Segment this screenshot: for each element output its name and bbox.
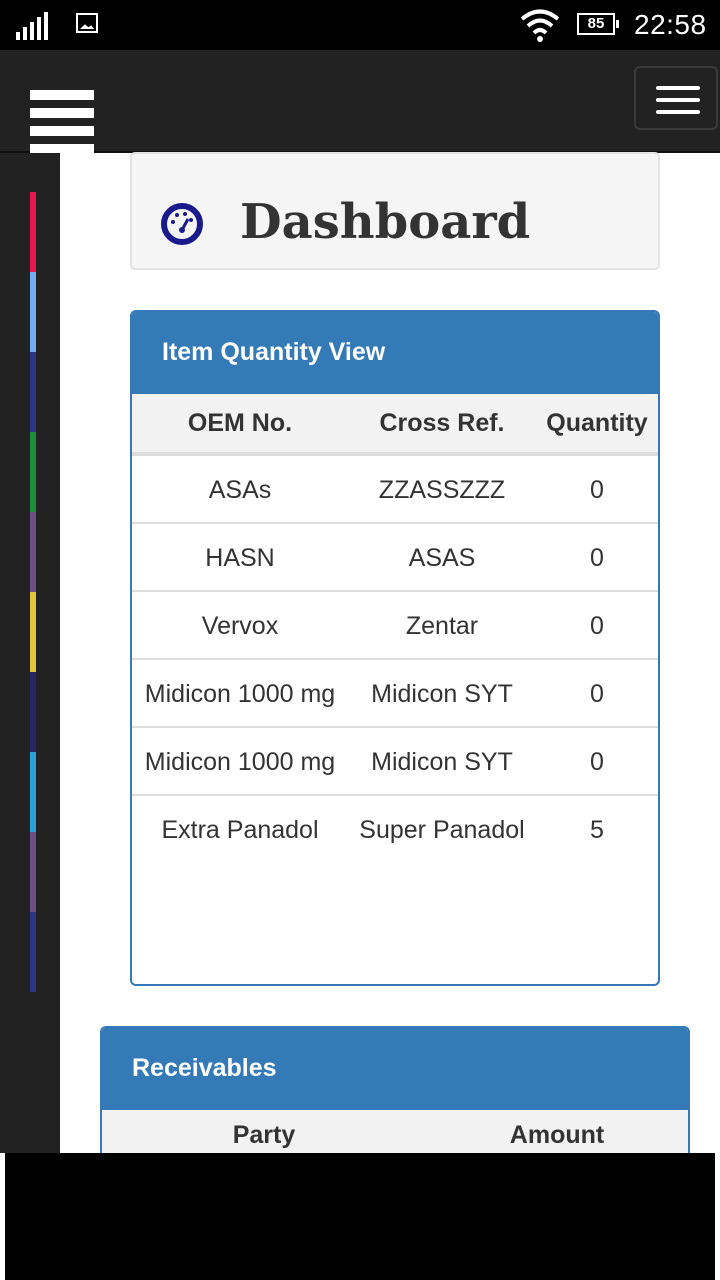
column-header-cross-ref[interactable]: Cross Ref. xyxy=(348,394,536,456)
navigation-bar-overlay xyxy=(5,1153,715,1280)
page-title: Dashboard xyxy=(240,194,531,250)
cross-ref-cell: ZZASSZZZ xyxy=(348,454,536,524)
side-menu-icon[interactable] xyxy=(30,90,94,162)
oem-cell: ASAs xyxy=(132,454,348,524)
cross-ref-cell: Midicon SYT xyxy=(348,659,536,728)
table-row: Midicon 1000 mg Midicon SYT 0 xyxy=(132,727,658,796)
quantity-cell: 5 xyxy=(590,816,604,844)
sidebar-item-indicator[interactable] xyxy=(30,352,36,432)
cross-ref-cell: Zentar xyxy=(348,591,536,660)
table-row: HASN ASAS 0 xyxy=(132,523,658,592)
quantity-cell: 0 xyxy=(536,523,658,592)
table-row: ASAs ZZASSZZZ 0 xyxy=(132,454,658,524)
cross-ref-cell: Midicon SYT xyxy=(348,727,536,796)
cross-ref-cell: ASAS xyxy=(348,523,536,592)
quantity-cell: 0 xyxy=(536,727,658,796)
sidebar-item-indicator[interactable] xyxy=(30,672,36,752)
sidebar-item-indicator[interactable] xyxy=(30,432,36,512)
sidebar-item-indicator[interactable] xyxy=(30,832,36,912)
panel-heading: Receivables xyxy=(102,1028,688,1110)
dashboard-gauge-icon xyxy=(161,203,203,245)
column-header-oem[interactable]: OEM No. xyxy=(132,394,348,456)
oem-cell: Extra Panadol xyxy=(161,816,319,844)
column-header-quantity[interactable]: Quantity xyxy=(536,394,658,456)
table-row: Extra Panadol Super Panadol 5 xyxy=(132,795,658,862)
battery-icon: 85 xyxy=(577,13,619,35)
cross-ref-cell: Super Panadol xyxy=(359,816,525,844)
navbar-toggle-button[interactable] xyxy=(634,66,718,130)
app-bar xyxy=(0,50,720,154)
sidebar-item-indicator[interactable] xyxy=(30,192,36,272)
sidebar-item-indicator[interactable] xyxy=(30,752,36,832)
signal-icon xyxy=(16,12,50,40)
oem-cell: Midicon 1000 mg xyxy=(132,727,348,796)
panel-heading: Item Quantity View xyxy=(132,312,658,394)
clock: 22:58 xyxy=(634,9,707,40)
wifi-icon xyxy=(520,9,560,42)
oem-cell: Midicon 1000 mg xyxy=(132,659,348,728)
quantity-cell: 0 xyxy=(536,454,658,524)
sidebar-item-indicator[interactable] xyxy=(30,592,36,672)
sidebar xyxy=(0,153,60,1153)
quantity-cell: 0 xyxy=(536,591,658,660)
table-row: Vervox Zentar 0 xyxy=(132,591,658,660)
table-row: Midicon 1000 mg Midicon SYT 0 xyxy=(132,659,658,728)
status-bar: 85 22:58 xyxy=(0,0,720,50)
image-icon xyxy=(76,13,98,33)
quantity-cell: 0 xyxy=(536,659,658,728)
sidebar-item-indicator[interactable] xyxy=(30,912,36,992)
sidebar-item-indicator[interactable] xyxy=(30,272,36,352)
sidebar-item-indicator[interactable] xyxy=(30,512,36,592)
page-header: Dashboard xyxy=(130,152,660,270)
oem-cell: HASN xyxy=(132,523,348,592)
item-quantity-table: OEM No. Cross Ref. Quantity ASAs ZZASSZZ… xyxy=(132,394,658,862)
oem-cell: Vervox xyxy=(132,591,348,660)
item-quantity-panel: Item Quantity View OEM No. Cross Ref. Qu… xyxy=(130,310,660,986)
